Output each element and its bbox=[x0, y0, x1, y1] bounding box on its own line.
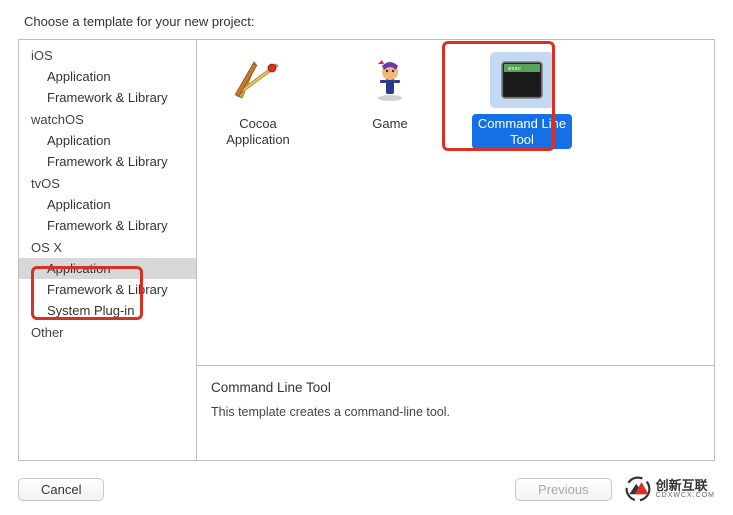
svg-text:exec: exec bbox=[508, 66, 521, 72]
template-description: Command Line Tool This template creates … bbox=[197, 365, 714, 460]
template-command-line-tool[interactable]: exec Command Line Tool bbox=[467, 50, 577, 149]
command-line-tool-icon: exec bbox=[490, 52, 554, 108]
template-game[interactable]: Game bbox=[335, 50, 445, 134]
sidebar-item-osx-system-plugin[interactable]: System Plug-in bbox=[19, 300, 196, 321]
sidebar-item-ios-framework[interactable]: Framework & Library bbox=[19, 87, 196, 108]
description-text: This template creates a command-line too… bbox=[211, 405, 700, 419]
sidebar-group-ios[interactable]: iOS bbox=[19, 44, 196, 66]
watermark-sub: CDXWCX.COM bbox=[656, 492, 715, 499]
template-cocoa-application[interactable]: Cocoa Application bbox=[203, 50, 313, 149]
new-project-dialog: Choose a template for your new project: … bbox=[0, 0, 733, 515]
sidebar-item-osx-framework[interactable]: Framework & Library bbox=[19, 279, 196, 300]
sidebar-item-tvos-framework[interactable]: Framework & Library bbox=[19, 215, 196, 236]
cocoa-app-icon bbox=[226, 52, 290, 108]
template-label: Game bbox=[366, 114, 413, 134]
sidebar-group-other[interactable]: Other bbox=[19, 321, 196, 343]
watermark-text: 创新互联 bbox=[656, 479, 715, 492]
sidebar-item-watchos-application[interactable]: Application bbox=[19, 130, 196, 151]
template-label: Command Line Tool bbox=[472, 114, 572, 149]
sidebar-item-tvos-application[interactable]: Application bbox=[19, 194, 196, 215]
game-icon bbox=[358, 52, 422, 108]
template-label: Cocoa Application bbox=[220, 114, 296, 149]
main-panel: iOS Application Framework & Library watc… bbox=[18, 39, 715, 461]
sidebar-item-osx-application[interactable]: Application bbox=[19, 258, 196, 279]
dialog-footer: Cancel Previous 创新互联 CDXWCX.COM bbox=[18, 461, 715, 503]
platform-sidebar: iOS Application Framework & Library watc… bbox=[19, 40, 197, 460]
description-title: Command Line Tool bbox=[211, 380, 700, 395]
previous-button[interactable]: Previous bbox=[515, 478, 612, 501]
sidebar-group-tvos[interactable]: tvOS bbox=[19, 172, 196, 194]
sidebar-group-osx[interactable]: OS X bbox=[19, 236, 196, 258]
sidebar-group-watchos[interactable]: watchOS bbox=[19, 108, 196, 130]
dialog-prompt: Choose a template for your new project: bbox=[24, 14, 715, 29]
template-grid: Cocoa Application bbox=[197, 40, 714, 365]
sidebar-item-watchos-framework[interactable]: Framework & Library bbox=[19, 151, 196, 172]
watermark-logo: 创新互联 CDXWCX.COM bbox=[624, 475, 715, 503]
sidebar-item-ios-application[interactable]: Application bbox=[19, 66, 196, 87]
cancel-button[interactable]: Cancel bbox=[18, 478, 104, 501]
template-content: Cocoa Application bbox=[197, 40, 714, 460]
